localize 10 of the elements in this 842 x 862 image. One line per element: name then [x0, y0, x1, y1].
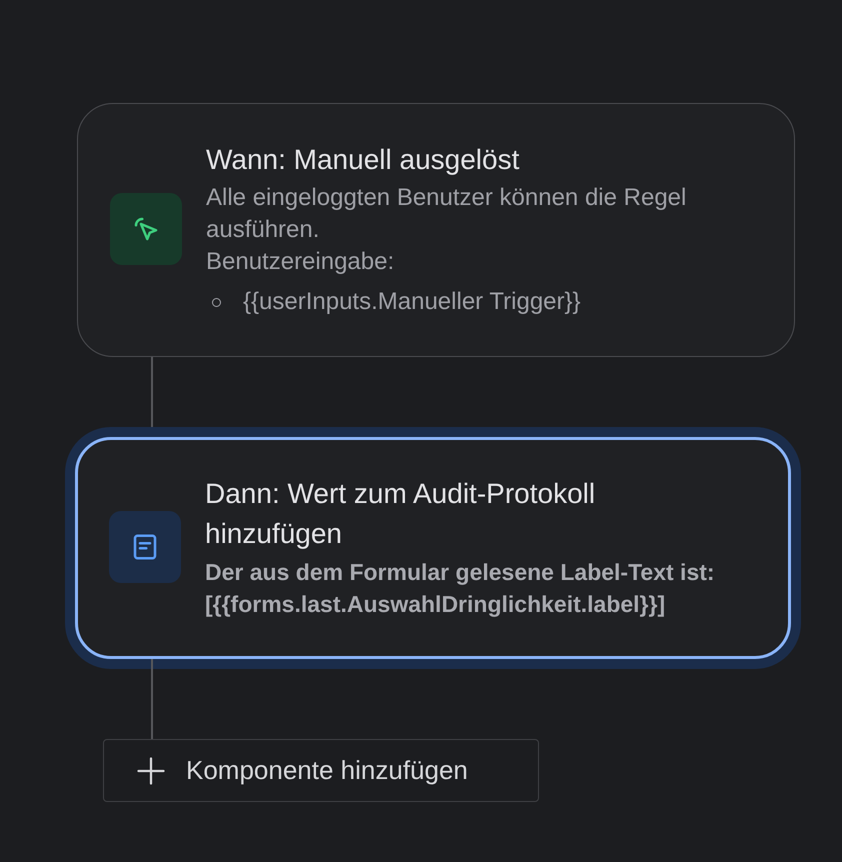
bullet-icon: [212, 298, 221, 306]
step-description: Der aus dem Formular gelesene Label-Text ist: [{{forms.last.AuswahlDringlichkeit.label}}]: [205, 558, 716, 619]
input-label: Benutzereingabe:: [206, 247, 396, 277]
add-component-button[interactable]: Komponente hinzufügen: [103, 739, 539, 802]
input-variable: {{userInputs.Manueller Trigger}}: [243, 287, 581, 317]
step-description: Alle eingeloggten Benutzer können die Regel ausführen.: [206, 183, 688, 245]
plus-icon: [136, 756, 166, 786]
step-card[interactable]: Wann: Manuell ausgelöst Alle eingeloggten Benutzer können die Regel ausführen. Benutzereingabe: {{userInputs.Manueller Trigger}}: [77, 103, 795, 357]
step-title: Dann: Wert zum Audit-Protokoll hinzufügen: [205, 477, 596, 551]
step-title: Wann: Manuell ausgelöst: [206, 143, 520, 177]
